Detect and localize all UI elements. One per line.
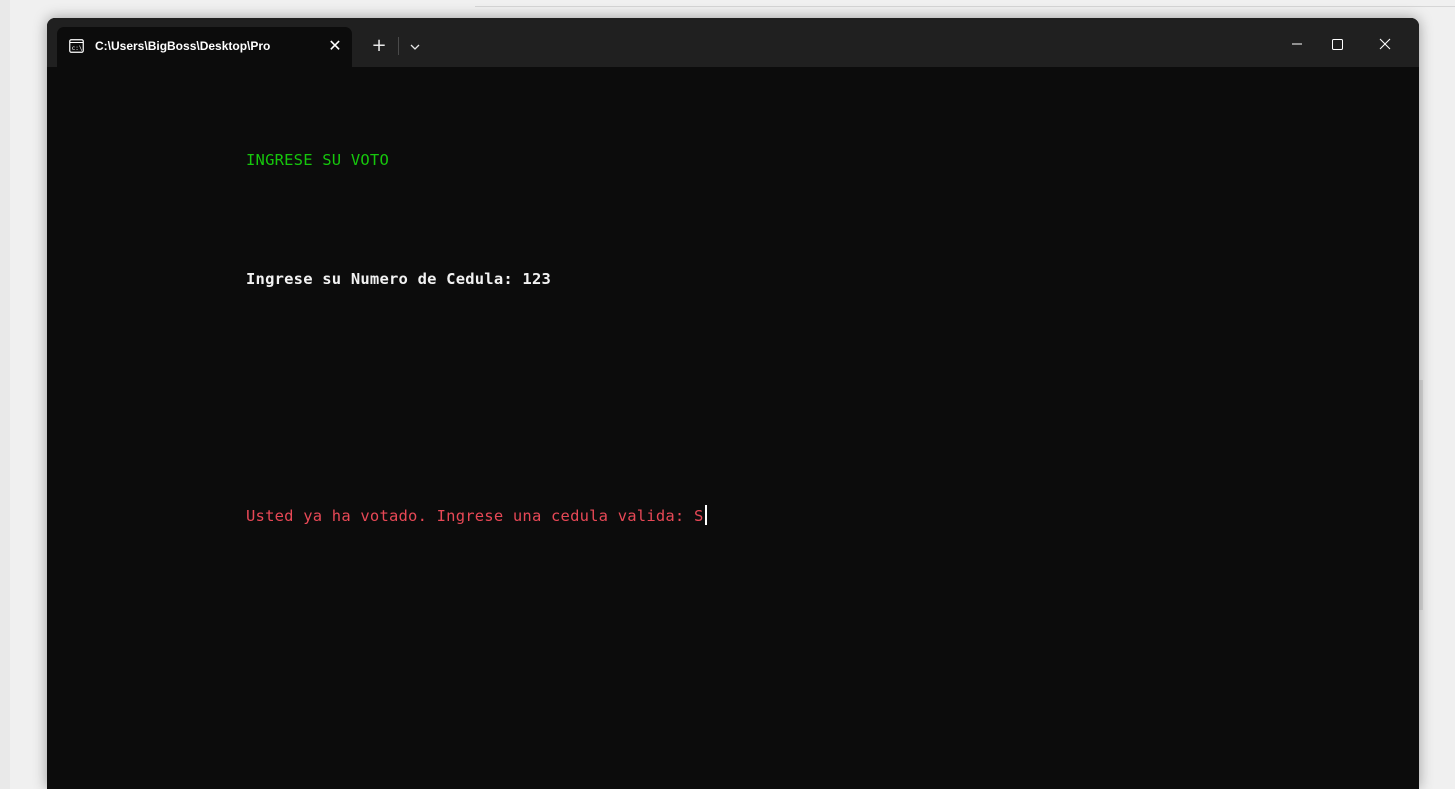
background-window-edge-right [1419,380,1423,610]
plus-icon[interactable]: + [365,33,393,61]
terminal-window: c:\ C:\Users\BigBoss\Desktop\Pro ✕ + ING… [47,18,1419,789]
title-bar[interactable]: c:\ C:\Users\BigBoss\Desktop\Pro ✕ + [47,18,1419,67]
terminal-output[interactable]: INGRESE SU VOTO Ingrese su Numero de Ced… [47,67,1419,789]
tab-title: C:\Users\BigBoss\Desktop\Pro [95,39,271,53]
svg-text:c:\: c:\ [72,45,83,52]
terminal-icon: c:\ [69,39,84,53]
chevron-down-icon[interactable] [404,35,426,59]
vote-heading: INGRESE SU VOTO [246,151,389,169]
cedula-prompt: Ingrese su Numero de Cedula: 123 [246,270,552,288]
background-window-edge [0,0,10,789]
tab-separator [398,37,399,55]
error-line: Usted ya ha votado. Ingrese una cedula v… [246,505,707,525]
terminal-tab[interactable]: c:\ C:\Users\BigBoss\Desktop\Pro ✕ [57,27,352,67]
minimize-icon[interactable] [1277,30,1317,58]
close-icon[interactable]: ✕ [324,35,346,57]
maximize-icon[interactable] [1317,30,1357,58]
text-cursor [704,505,707,525]
background-window-border [475,6,1455,7]
error-message: Usted ya ha votado. Ingrese una cedula v… [246,507,704,525]
window-close-icon[interactable] [1365,30,1405,58]
